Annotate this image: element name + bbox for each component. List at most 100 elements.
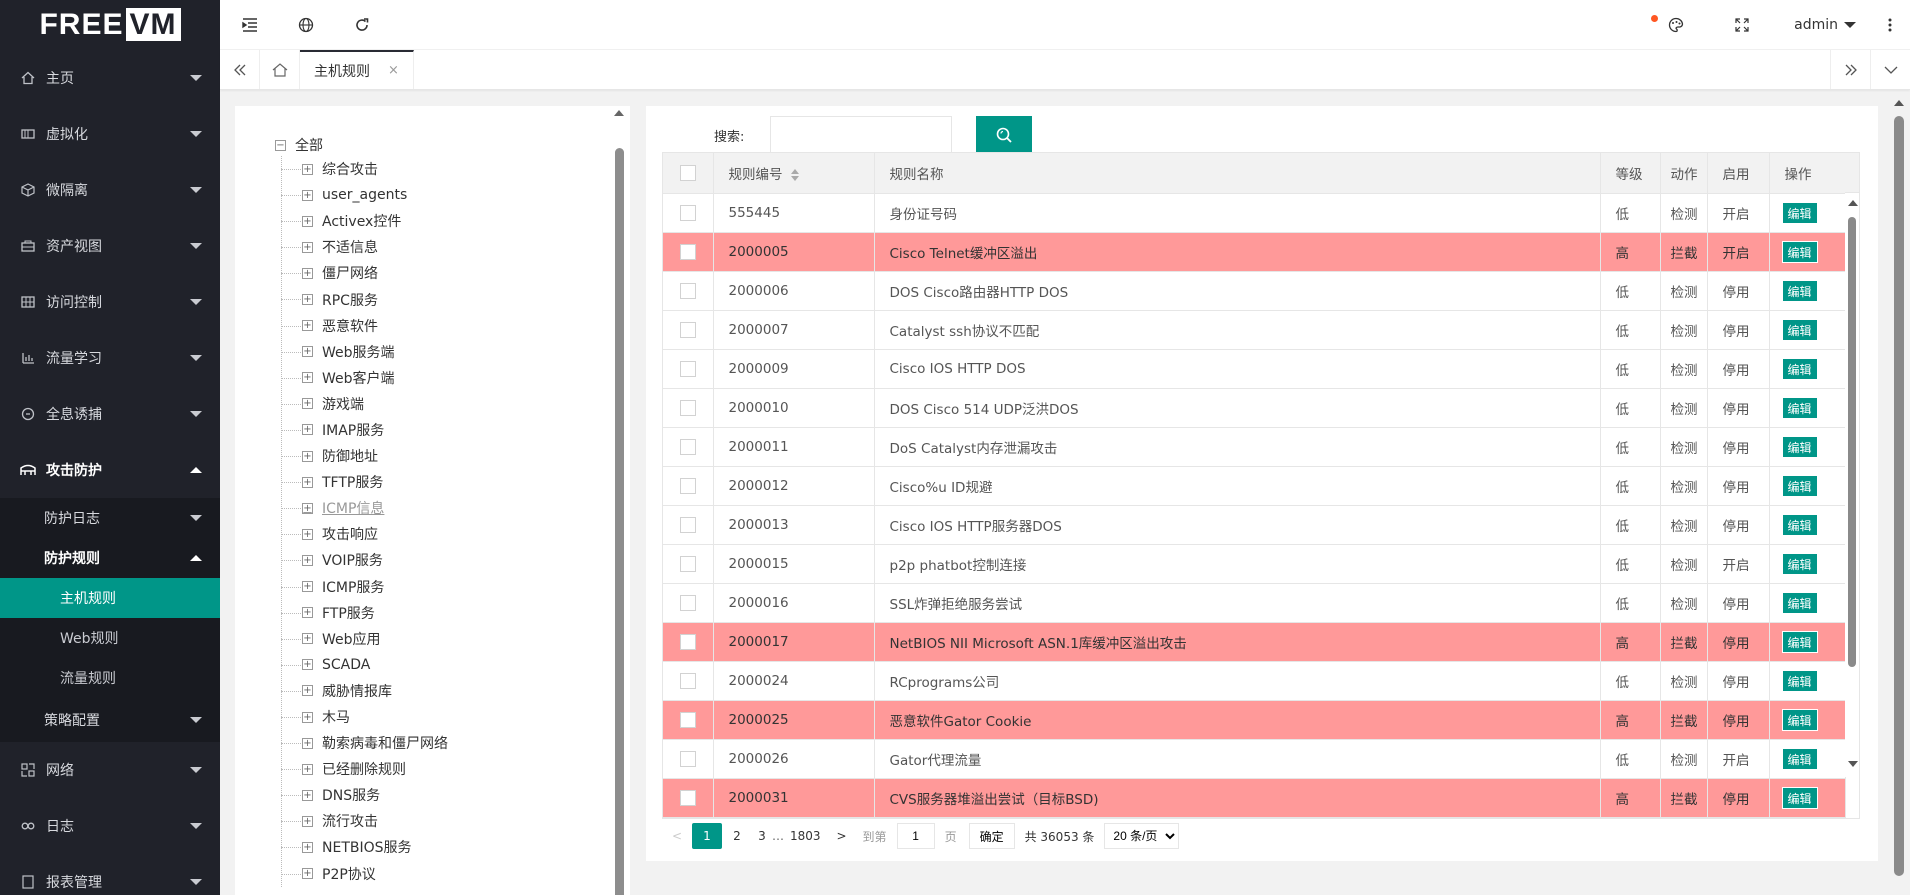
tree-node[interactable]: + 不适信息 <box>281 234 448 260</box>
edit-button[interactable]: 编辑 <box>1781 435 1818 458</box>
row-checkbox[interactable] <box>679 555 696 572</box>
user-menu[interactable]: admin <box>1780 0 1870 50</box>
table-row[interactable]: 2000017 NetBIOS NII Microsoft ASN.1库缓冲区溢出… <box>663 622 1846 662</box>
scrollbar-thumb[interactable] <box>1848 217 1856 667</box>
row-select-cell[interactable] <box>663 544 714 584</box>
edit-button[interactable]: 编辑 <box>1781 708 1818 731</box>
close-icon[interactable]: × <box>388 63 399 78</box>
sidebar-item-network[interactable]: 网络 <box>0 742 220 798</box>
row-checkbox[interactable] <box>679 282 696 299</box>
collapse-icon[interactable]: − <box>275 139 286 151</box>
tree-node[interactable]: + 木马 <box>281 704 448 730</box>
row-checkbox[interactable] <box>679 321 696 338</box>
edit-button[interactable]: 编辑 <box>1781 786 1818 809</box>
sidebar-item-logs[interactable]: 日志 <box>0 798 220 854</box>
row-select-cell[interactable] <box>663 583 714 623</box>
sidebar-item-attack-defense[interactable]: 攻击防护 <box>0 442 220 498</box>
row-select-cell[interactable] <box>663 466 714 506</box>
expand-icon[interactable]: + <box>302 215 313 227</box>
sidebar-item-reports[interactable]: 报表管理 <box>0 854 220 895</box>
expand-icon[interactable]: + <box>302 450 313 462</box>
tree-node[interactable]: + 综合攻击 <box>281 156 448 182</box>
sidebar-item-web-rules[interactable]: Web规则 <box>0 618 220 658</box>
table-row[interactable]: 2000007 Catalyst ssh协议不匹配低检测 停用 编辑 <box>663 310 1846 350</box>
row-select-cell[interactable] <box>663 778 714 818</box>
tree-node[interactable]: + IMAP服务 <box>281 417 448 443</box>
table-row[interactable]: 2000026 Gator代理流量低检测 开启 编辑 <box>663 739 1846 779</box>
row-select-cell[interactable] <box>663 505 714 545</box>
logo[interactable]: FREE VM <box>0 0 220 50</box>
table-row[interactable]: 555445 身份证号码低检测 开启 编辑 <box>663 193 1846 233</box>
edit-button[interactable]: 编辑 <box>1781 591 1818 614</box>
table-row[interactable]: 2000010 DOS Cisco 514 UDP泛洪DOS 低检测 停用 编辑 <box>663 388 1846 428</box>
sidebar-item-access-control[interactable]: 访问控制 <box>0 274 220 330</box>
expand-icon[interactable]: + <box>302 737 313 749</box>
row-select-cell[interactable] <box>663 700 714 740</box>
tab-scroll-right-button[interactable] <box>1830 50 1870 89</box>
edit-button[interactable]: 编辑 <box>1781 513 1818 536</box>
tree-node[interactable]: + RPC服务 <box>281 286 448 312</box>
tab-options-button[interactable] <box>1870 50 1910 89</box>
edit-button[interactable]: 编辑 <box>1781 279 1818 302</box>
table-row[interactable]: 2000016 SSL炸弹拒绝服务尝试低检测 停用 编辑 <box>663 583 1846 623</box>
row-select-cell[interactable] <box>663 232 714 272</box>
sidebar-item-assets[interactable]: 资产视图 <box>0 218 220 274</box>
goto-page-input[interactable] <box>896 823 935 849</box>
scrollbar-thumb[interactable] <box>1894 116 1904 876</box>
column-header-id[interactable]: 规则编号 <box>713 153 875 194</box>
tree-node[interactable]: + 游戏端 <box>281 391 448 417</box>
row-select-cell[interactable] <box>663 427 714 467</box>
tab-home-button[interactable] <box>260 50 300 89</box>
sidebar-item-virtualization[interactable]: 虚拟化 <box>0 106 220 162</box>
tree-node[interactable]: + TFTP服务 <box>281 469 448 495</box>
expand-icon[interactable]: + <box>302 502 313 514</box>
tree-node[interactable]: + 勒索病毒和僵尸网络 <box>281 730 448 756</box>
tree-root[interactable]: − 全部 <box>275 134 448 156</box>
table-scrollbar[interactable] <box>1845 193 1859 777</box>
row-checkbox[interactable] <box>679 243 696 260</box>
edit-button[interactable]: 编辑 <box>1781 630 1818 653</box>
row-checkbox[interactable] <box>679 204 696 221</box>
row-select-cell[interactable] <box>663 193 714 233</box>
expand-icon[interactable]: + <box>302 815 313 827</box>
expand-icon[interactable]: + <box>302 294 313 306</box>
expand-icon[interactable]: + <box>302 267 313 279</box>
tab-scroll-left-button[interactable] <box>220 50 260 89</box>
row-checkbox[interactable] <box>679 477 696 494</box>
page-2-button[interactable]: 2 <box>722 823 752 849</box>
row-select-cell[interactable] <box>663 271 714 311</box>
tree-node[interactable]: + 僵尸网络 <box>281 260 448 286</box>
scroll-up-icon[interactable] <box>1848 200 1858 206</box>
sort-icon[interactable] <box>790 168 799 181</box>
scroll-up-icon[interactable] <box>614 110 624 116</box>
search-input[interactable] <box>770 116 952 154</box>
toggle-sidebar-button[interactable] <box>222 0 278 50</box>
table-row[interactable]: 2000006 DOS Cisco路由器HTTP DOS 低检测 停用 编辑 <box>663 271 1846 311</box>
edit-button[interactable]: 编辑 <box>1781 240 1818 263</box>
expand-icon[interactable]: + <box>302 868 313 880</box>
table-row[interactable]: 2000005 Cisco Telnet缓冲区溢出高拦截 开启 编辑 <box>663 232 1846 272</box>
scrollbar-thumb[interactable] <box>615 148 624 895</box>
edit-button[interactable]: 编辑 <box>1781 201 1818 224</box>
table-row[interactable]: 2000024 RCprograms公司低检测 停用 编辑 <box>663 661 1846 701</box>
row-checkbox[interactable] <box>679 594 696 611</box>
edit-button[interactable]: 编辑 <box>1781 552 1818 575</box>
table-row[interactable]: 2000031 CVS服务器堆溢出尝试（目标BSD) 高拦截 停用 编辑 <box>663 778 1846 818</box>
select-all-checkbox[interactable] <box>663 153 714 194</box>
table-row[interactable]: 2000009 Cisco IOS HTTP DOS 低检测 停用 编辑 <box>663 349 1846 389</box>
expand-icon[interactable]: + <box>302 789 313 801</box>
row-select-cell[interactable] <box>663 310 714 350</box>
row-select-cell[interactable] <box>663 661 714 701</box>
expand-icon[interactable]: + <box>302 476 313 488</box>
tree-node[interactable]: + Web客户端 <box>281 365 448 391</box>
edit-button[interactable]: 编辑 <box>1781 357 1818 380</box>
page-1-button[interactable]: 1 <box>692 823 722 849</box>
tree-node[interactable]: + NETBIOS服务 <box>281 834 448 860</box>
sidebar-item-flow-rules[interactable]: 流量规则 <box>0 658 220 698</box>
search-button[interactable] <box>976 116 1032 154</box>
edit-button[interactable]: 编辑 <box>1781 396 1818 419</box>
row-checkbox[interactable] <box>679 789 696 806</box>
expand-icon[interactable]: + <box>302 581 313 593</box>
page-3-button[interactable]: 3 <box>752 823 772 849</box>
expand-icon[interactable]: + <box>302 711 313 723</box>
